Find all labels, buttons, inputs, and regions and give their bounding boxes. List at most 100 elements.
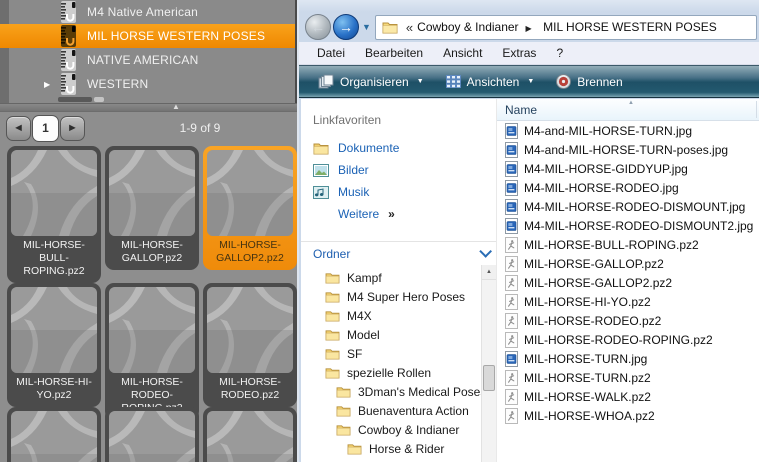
library-tree-item[interactable]: M4 Native American: [0, 0, 295, 24]
folder-tree-item[interactable]: SF: [301, 344, 496, 363]
file-name[interactable]: MIL-HORSE-HI-YO.pz2: [524, 295, 651, 309]
file-name[interactable]: M4-and-MIL-HORSE-TURN.jpg: [524, 124, 692, 138]
file-row[interactable]: MIL-HORSE-TURN.jpg: [497, 349, 759, 368]
file-name[interactable]: MIL-HORSE-GALLOP2.pz2: [524, 276, 672, 290]
folder-tree-item-label[interactable]: 3Dman's Medical Poses: [358, 385, 486, 399]
folder-tree-item-label[interactable]: Horse & Rider: [369, 442, 444, 456]
pose-thumbnail[interactable]: [203, 407, 297, 462]
folder-tree-item[interactable]: Kampf: [301, 268, 496, 287]
pose-thumbnail[interactable]: MIL-HORSE-BULL-ROPING.pz2: [7, 146, 101, 283]
name-column-header[interactable]: ▲ Name: [497, 99, 759, 121]
breadcrumb-segment-label[interactable]: Cowboy & Indianer: [417, 20, 518, 34]
folder-tree-item-label[interactable]: M4 Super Hero Poses: [347, 290, 465, 304]
folders-band[interactable]: Ordner: [301, 241, 496, 265]
breadcrumb-segment[interactable]: ▶ MIL HORSE WESTERN POSES: [519, 18, 717, 36]
breadcrumb-separator-icon[interactable]: ▶: [526, 24, 532, 33]
previous-page-button[interactable]: ◄: [6, 116, 31, 141]
toolbar-button[interactable]: Organisieren ▼: [307, 70, 435, 94]
library-tree-item[interactable]: NATIVE AMERICAN: [0, 48, 295, 72]
next-page-button[interactable]: ►: [60, 116, 85, 141]
file-row[interactable]: M4-MIL-HORSE-GIDDYUP.jpg: [497, 159, 759, 178]
favorite-link[interactable]: Weitere »: [301, 203, 496, 225]
breadcrumb[interactable]: « Cowboy & Indianer ▶ MIL HORSE WESTERN …: [374, 14, 757, 40]
favorite-link[interactable]: Bilder: [301, 159, 496, 181]
favorite-link-label[interactable]: Weitere: [338, 207, 379, 221]
file-name[interactable]: MIL-HORSE-TURN.jpg: [524, 352, 647, 366]
panel-splitter[interactable]: ▲: [0, 102, 297, 112]
folder-tree-item[interactable]: [301, 458, 496, 462]
file-name[interactable]: MIL-HORSE-WALK.pz2: [524, 390, 651, 404]
forward-button[interactable]: →: [333, 14, 359, 40]
file-row[interactable]: M4-MIL-HORSE-RODEO-DISMOUNT2.jpg: [497, 216, 759, 235]
favorite-link-label[interactable]: Bilder: [338, 163, 369, 177]
file-name[interactable]: MIL-HORSE-TURN.pz2: [524, 371, 651, 385]
back-button[interactable]: ←: [305, 14, 331, 40]
folder-tree-item[interactable]: Horse & Rider: [301, 439, 496, 458]
folder-tree-item-label[interactable]: Kampf: [347, 271, 382, 285]
file-row[interactable]: M4-MIL-HORSE-RODEO.jpg: [497, 178, 759, 197]
folder-tree-item-label[interactable]: Buenaventura Action: [358, 404, 469, 418]
file-row[interactable]: M4-and-MIL-HORSE-TURN.jpg: [497, 121, 759, 140]
file-name[interactable]: MIL-HORSE-WHOA.pz2: [524, 409, 655, 423]
file-name[interactable]: MIL-HORSE-RODEO.pz2: [524, 314, 661, 328]
expand-arrow-icon[interactable]: ▶: [44, 80, 50, 89]
folder-tree-item[interactable]: spezielle Rollen: [301, 363, 496, 382]
file-row[interactable]: MIL-HORSE-RODEO.pz2: [497, 311, 759, 330]
favorite-link-label[interactable]: Dokumente: [338, 141, 399, 155]
folder-tree-item-label[interactable]: SF: [347, 347, 362, 361]
pose-thumbnail[interactable]: MIL-HORSE-RODEO-ROPING.pz2: [105, 283, 199, 420]
folder-tree-item[interactable]: Cowboy & Indianer: [301, 420, 496, 439]
folder-tree-item-label[interactable]: spezielle Rollen: [347, 366, 431, 380]
file-row[interactable]: MIL-HORSE-WHOA.pz2: [497, 406, 759, 425]
file-row[interactable]: MIL-HORSE-GALLOP.pz2: [497, 254, 759, 273]
file-row[interactable]: MIL-HORSE-RODEO-ROPING.pz2: [497, 330, 759, 349]
menu-item[interactable]: Ansicht: [433, 46, 492, 60]
menu-item[interactable]: Datei: [307, 46, 355, 60]
library-tree-item[interactable]: ▶ WESTERN: [0, 72, 295, 96]
folder-tree-item-label[interactable]: M4X: [347, 309, 372, 323]
breadcrumb-overflow-icon[interactable]: «: [406, 20, 413, 35]
file-name[interactable]: MIL-HORSE-BULL-ROPING.pz2: [524, 238, 699, 252]
page-number-field[interactable]: 1: [32, 115, 59, 142]
scroll-up-icon[interactable]: ▲: [482, 265, 496, 280]
folder-tree-item[interactable]: M4 Super Hero Poses: [301, 287, 496, 306]
file-name[interactable]: M4-MIL-HORSE-RODEO-DISMOUNT2.jpg: [524, 219, 753, 233]
file-name[interactable]: MIL-HORSE-RODEO-ROPING.pz2: [524, 333, 713, 347]
file-name[interactable]: M4-MIL-HORSE-RODEO-DISMOUNT.jpg: [524, 200, 745, 214]
file-name[interactable]: M4-and-MIL-HORSE-TURN-poses.jpg: [524, 143, 728, 157]
chevron-down-icon[interactable]: [479, 245, 492, 258]
file-name[interactable]: M4-MIL-HORSE-RODEO.jpg: [524, 181, 679, 195]
favorite-link[interactable]: Dokumente: [301, 137, 496, 159]
pose-thumbnail[interactable]: [105, 407, 199, 462]
tree-scrollbar[interactable]: ▲: [481, 265, 496, 462]
file-row[interactable]: M4-MIL-HORSE-RODEO-DISMOUNT.jpg: [497, 197, 759, 216]
menu-item[interactable]: Bearbeiten: [355, 46, 433, 60]
folder-tree-item[interactable]: Buenaventura Action: [301, 401, 496, 420]
history-dropdown-icon[interactable]: ▼: [362, 22, 371, 32]
toolbar-button[interactable]: Ansichten ▼: [435, 70, 546, 94]
file-row[interactable]: MIL-HORSE-HI-YO.pz2: [497, 292, 759, 311]
file-row[interactable]: MIL-HORSE-TURN.pz2: [497, 368, 759, 387]
pose-thumbnail[interactable]: MIL-HORSE-GALLOP2.pz2: [203, 146, 297, 270]
folder-tree-item[interactable]: Model: [301, 325, 496, 344]
pose-thumbnail[interactable]: MIL-HORSE-GALLOP.pz2: [105, 146, 199, 270]
tree-scrollbar-thumb[interactable]: [58, 97, 104, 102]
pose-thumbnail[interactable]: MIL-HORSE-HI-YO.pz2: [7, 283, 101, 407]
file-name[interactable]: M4-MIL-HORSE-GIDDYUP.jpg: [524, 162, 688, 176]
folder-tree-item[interactable]: 3Dman's Medical Poses: [301, 382, 496, 401]
scrollbar-thumb[interactable]: [483, 365, 495, 391]
file-row[interactable]: MIL-HORSE-WALK.pz2: [497, 387, 759, 406]
favorite-link-label[interactable]: Musik: [338, 185, 369, 199]
menu-item[interactable]: ?: [546, 46, 573, 60]
library-tree-item[interactable]: MIL HORSE WESTERN POSES: [0, 24, 295, 48]
pose-thumbnail[interactable]: [7, 407, 101, 462]
breadcrumb-segment[interactable]: Cowboy & Indianer: [417, 18, 518, 36]
menu-item[interactable]: Extras: [492, 46, 546, 60]
file-row[interactable]: M4-and-MIL-HORSE-TURN-poses.jpg: [497, 140, 759, 159]
breadcrumb-segment-label[interactable]: MIL HORSE WESTERN POSES: [543, 20, 717, 34]
toolbar-button[interactable]: Brennen: [545, 70, 633, 94]
pose-thumbnail[interactable]: MIL-HORSE-RODEO.pz2: [203, 283, 297, 407]
favorite-link[interactable]: Musik: [301, 181, 496, 203]
folder-tree-item-label[interactable]: Model: [347, 328, 380, 342]
folder-tree-item-label[interactable]: Cowboy & Indianer: [358, 423, 459, 437]
